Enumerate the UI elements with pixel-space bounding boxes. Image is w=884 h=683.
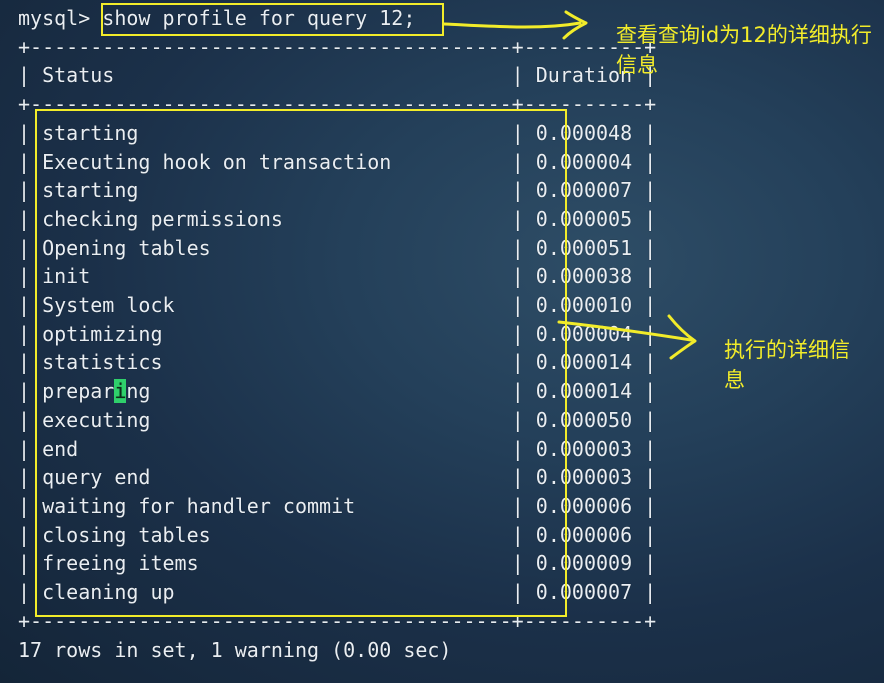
rows-arrow-icon bbox=[557, 314, 697, 360]
mysql-prompt: mysql> bbox=[18, 6, 103, 30]
query-annotation: 查看查询id为12的详细执行信息 bbox=[616, 23, 872, 77]
rows-highlight-box bbox=[35, 109, 567, 617]
command-highlight-box bbox=[101, 3, 444, 36]
table-header: | Status | Duration | bbox=[18, 63, 657, 88]
command-arrow-icon bbox=[442, 10, 588, 40]
result-summary: 17 rows in set, 1 warning (0.00 sec) bbox=[18, 638, 452, 662]
detail-annotation: 执行的详细信息 bbox=[724, 338, 850, 392]
